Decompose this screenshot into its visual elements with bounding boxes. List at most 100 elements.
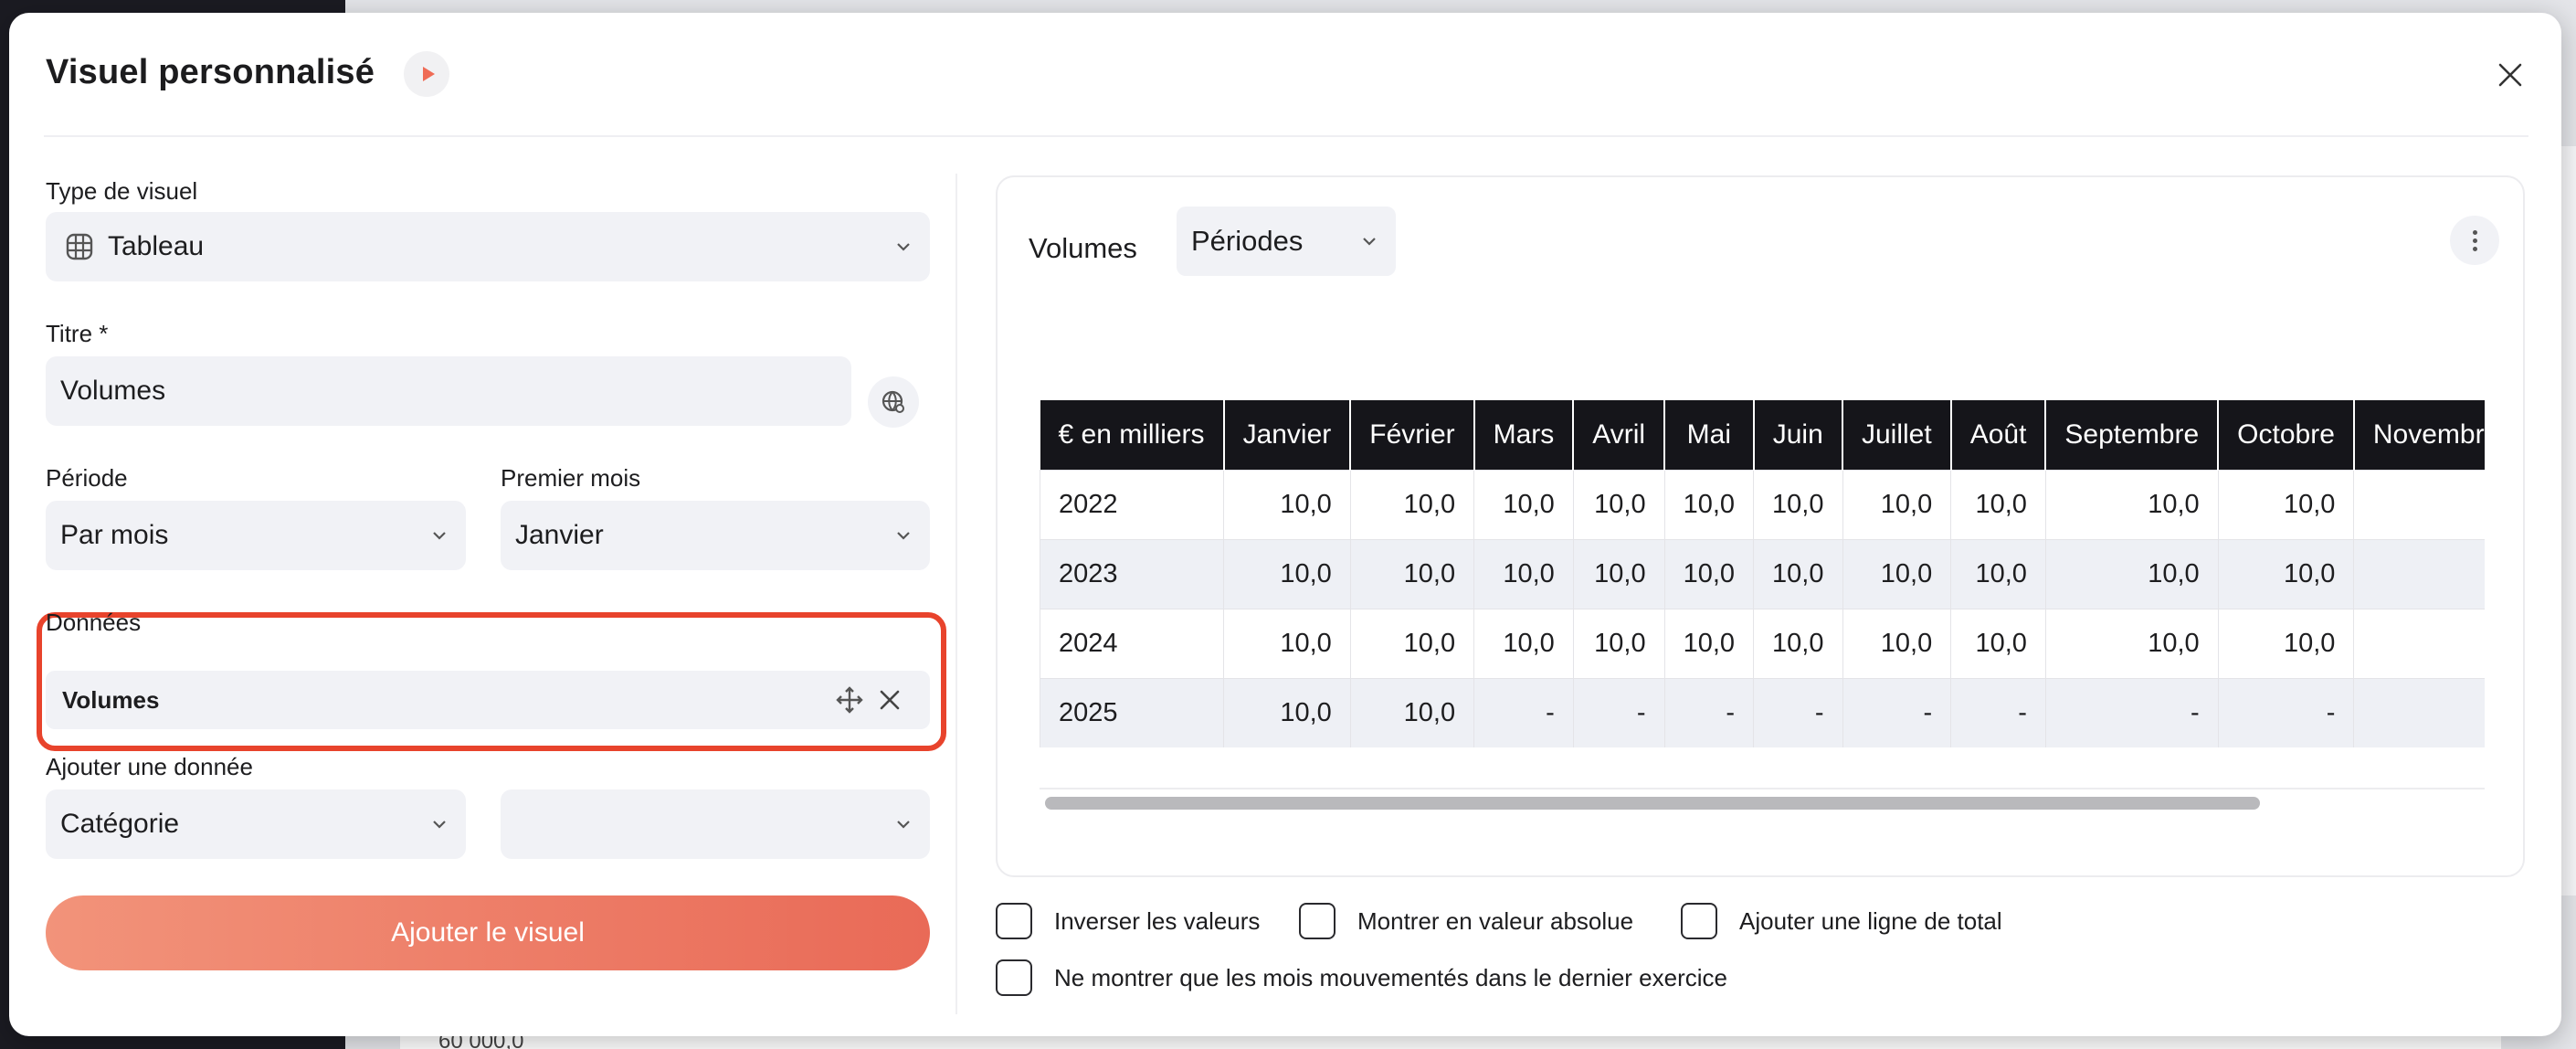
table-row: 2024 10,0 10,0 10,0 10,0 10,0 10,0 10,0 …	[1040, 608, 2485, 679]
premier-mois-select[interactable]: Janvier	[501, 501, 930, 570]
donnee-item: Volumes	[46, 671, 930, 729]
periodes-select[interactable]: Périodes	[1177, 207, 1396, 276]
checkbox-box[interactable]	[996, 959, 1032, 996]
inverser-checkbox[interactable]: Inverser les valeurs	[996, 903, 1260, 939]
checkbox-label: Inverser les valeurs	[1054, 906, 1261, 935]
titre-input-value: Volumes	[60, 376, 166, 406]
table-cell: -	[1950, 677, 2046, 747]
chevron-down-icon	[897, 532, 910, 540]
visual-preview: Volumes Périodes € en milliers Janvier F…	[996, 175, 2525, 877]
column-header: Juillet	[1842, 400, 1952, 470]
translate-button[interactable]	[868, 376, 919, 428]
chevron-down-icon	[433, 821, 446, 829]
table-cell: 10,0	[2217, 538, 2355, 609]
checkbox-box[interactable]	[996, 903, 1032, 939]
custom-visual-modal: Visuel personnalisé Type de visuel Table…	[9, 13, 2561, 1036]
type-select[interactable]: Tableau	[46, 212, 930, 281]
column-header: Octobre	[2218, 400, 2355, 470]
titre-label: Titre *	[46, 320, 109, 347]
checkbox-label: Montrer en valeur absolue	[1357, 906, 1634, 935]
table-cell: 2025	[1040, 677, 1225, 747]
periode-select[interactable]: Par mois	[46, 501, 466, 570]
column-header: Septembre	[2045, 400, 2220, 470]
type-select-value: Tableau	[108, 231, 205, 261]
more-vertical-icon	[2472, 229, 2477, 235]
table-cell: 10,0	[1223, 538, 1351, 609]
table-row: 2023 10,0 10,0 10,0 10,0 10,0 10,0 10,0 …	[1040, 538, 2485, 609]
add-visual-button[interactable]: Ajouter le visuel	[46, 895, 930, 970]
titre-input[interactable]: Volumes	[46, 356, 851, 426]
premier-mois-select-value: Janvier	[515, 520, 604, 550]
remove-icon[interactable]	[879, 689, 901, 711]
data-table: € en milliers Janvier Février Mars Avril…	[1040, 400, 2485, 747]
table-cell: -	[2217, 677, 2355, 747]
close-icon	[2498, 63, 2522, 87]
table-cell: 10,0	[1950, 469, 2046, 540]
header-divider	[44, 135, 2528, 137]
donnee-select[interactable]	[501, 789, 930, 859]
close-button[interactable]	[2486, 51, 2534, 99]
table-cell	[2353, 677, 2485, 747]
table-cell: 10,0	[1663, 538, 1755, 609]
table-cell: -	[1572, 677, 1665, 747]
table-icon	[66, 233, 93, 260]
table-cell: -	[1663, 677, 1755, 747]
column-header: Novembre	[2353, 400, 2485, 470]
table-cell: 10,0	[1349, 469, 1475, 540]
preview-title: Volumes	[1029, 232, 1137, 264]
column-header: Janvier	[1223, 400, 1352, 470]
column-header: € en milliers	[1040, 400, 1225, 470]
chevron-down-icon	[897, 243, 910, 251]
mouvementes-checkbox[interactable]: Ne montrer que les mois mouvementés dans…	[996, 959, 1727, 996]
table-cell: 10,0	[2044, 469, 2219, 540]
table-header-row: € en milliers Janvier Février Mars Avril…	[1040, 400, 2485, 470]
checkbox-box[interactable]	[1299, 903, 1336, 939]
periodes-select-value: Périodes	[1191, 225, 1304, 257]
table-cell	[2353, 608, 2485, 679]
checkbox-box[interactable]	[1681, 903, 1717, 939]
data-table-container[interactable]: € en milliers Janvier Février Mars Avril…	[1040, 400, 2485, 747]
total-checkbox[interactable]: Ajouter une ligne de total	[1681, 903, 2002, 939]
periode-label: Période	[46, 464, 128, 492]
premier-mois-label: Premier mois	[501, 464, 641, 492]
scrollbar-thumb[interactable]	[1045, 797, 2260, 810]
play-video-button[interactable]	[404, 51, 449, 97]
donnees-label: Données	[46, 609, 142, 636]
move-icon[interactable]	[835, 685, 864, 715]
table-cell: 10,0	[2217, 469, 2355, 540]
table-cell: 10,0	[1753, 538, 1843, 609]
table-cell: -	[1842, 677, 1952, 747]
table-cell: 10,0	[1223, 608, 1351, 679]
table-cell: 10,0	[1473, 608, 1574, 679]
categorie-select[interactable]: Catégorie	[46, 789, 466, 859]
chevron-down-icon	[1363, 238, 1376, 246]
table-cell: 10,0	[1572, 469, 1665, 540]
chevron-down-icon	[433, 532, 446, 540]
categorie-select-value: Catégorie	[60, 809, 180, 839]
table-cell: 10,0	[1223, 469, 1351, 540]
checkbox-label: Ne montrer que les mois mouvementés dans…	[1054, 963, 1728, 991]
table-cell: 10,0	[1349, 538, 1475, 609]
type-label: Type de visuel	[46, 177, 198, 205]
table-cell: 10,0	[2044, 538, 2219, 609]
table-cell: 10,0	[1572, 538, 1665, 609]
table-cell: -	[1753, 677, 1843, 747]
table-cell: 10,0	[1572, 608, 1665, 679]
absolue-checkbox[interactable]: Montrer en valeur absolue	[1299, 903, 1633, 939]
table-cell: 10,0	[1223, 677, 1351, 747]
column-header: Août	[1950, 400, 2047, 470]
column-header: Mai	[1664, 400, 1755, 470]
horizontal-scrollbar[interactable]	[1040, 788, 2485, 815]
column-header: Avril	[1573, 400, 1666, 470]
table-cell: 2024	[1040, 608, 1225, 679]
table-cell: 10,0	[1842, 469, 1952, 540]
column-header: Mars	[1473, 400, 1575, 470]
table-cell: 10,0	[1349, 677, 1475, 747]
play-icon	[422, 67, 435, 81]
more-options-button[interactable]	[2450, 216, 2499, 265]
table-cell: -	[2044, 677, 2219, 747]
ajouter-donnee-label: Ajouter une donnée	[46, 753, 253, 780]
table-cell: 10,0	[1663, 608, 1755, 679]
checkbox-label: Ajouter une ligne de total	[1739, 906, 2002, 935]
table-cell: 10,0	[1473, 469, 1574, 540]
